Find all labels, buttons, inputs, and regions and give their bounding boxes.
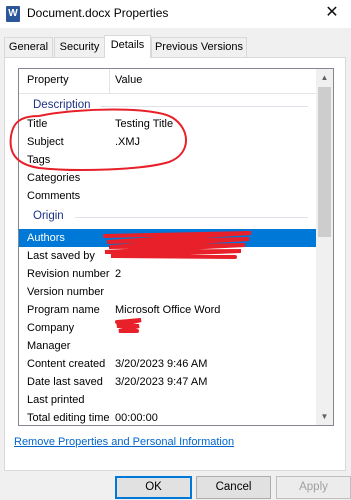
list-item[interactable]: Tags (19, 151, 316, 169)
group-label: Description (33, 99, 91, 111)
list-item[interactable]: Last saved by (19, 247, 316, 265)
list-item[interactable]: Subject .XMJ (19, 133, 316, 151)
list-item[interactable]: Manager (19, 337, 316, 355)
group-description: Description (19, 97, 316, 115)
list-item[interactable]: Comments (19, 187, 316, 205)
list-item[interactable]: Total editing time 00:00:00 (19, 409, 316, 425)
word-document-icon: W (6, 6, 20, 22)
group-origin: Origin (19, 208, 316, 226)
property-value[interactable]: .XMJ (115, 136, 140, 148)
property-value[interactable]: 3/20/2023 9:47 AM (115, 376, 207, 388)
tab-security[interactable]: Security (54, 37, 105, 57)
scroll-down-icon[interactable]: ▼ (316, 408, 333, 425)
property-name: Program name (27, 304, 100, 316)
properties-list[interactable]: Property Value Description Title Testing… (18, 68, 334, 426)
close-icon[interactable]: ✕ (321, 2, 343, 24)
tab-details[interactable]: Details (104, 35, 151, 58)
property-value[interactable]: 3/20/2023 9:46 AM (115, 358, 207, 370)
property-name: Categories (27, 172, 81, 184)
property-name: Total editing time (27, 412, 110, 424)
property-value[interactable]: Microsoft Office Word (115, 304, 220, 316)
property-name: Date last saved (27, 376, 103, 388)
vertical-scrollbar[interactable]: ▲ ▼ (316, 69, 333, 425)
property-name: Comments (27, 190, 81, 202)
property-name: Subject (27, 136, 64, 148)
list-item[interactable]: Version number (19, 283, 316, 301)
property-value[interactable]: 2 (115, 268, 121, 280)
list-item[interactable]: Content created 3/20/2023 9:46 AM (19, 355, 316, 373)
property-name: Authors (27, 232, 65, 244)
title-bar: W Document.docx Properties ✕ (0, 0, 351, 28)
property-name: Manager (27, 340, 71, 352)
list-item[interactable]: Date last saved 3/20/2023 9:47 AM (19, 373, 316, 391)
property-name: Revision number (27, 268, 110, 280)
remove-properties-link[interactable]: Remove Properties and Personal Informati… (14, 436, 234, 448)
window-title: Document.docx Properties (27, 6, 169, 20)
cancel-button[interactable]: Cancel (196, 476, 271, 499)
property-name: Tags (27, 154, 51, 166)
column-divider[interactable] (109, 69, 110, 93)
scroll-up-icon[interactable]: ▲ (316, 69, 333, 86)
list-item[interactable]: Revision number 2 (19, 265, 316, 283)
column-header-property[interactable]: Property (27, 74, 69, 86)
list-item[interactable]: Company (19, 319, 316, 337)
ok-button[interactable]: OK (115, 476, 192, 499)
list-header: Property Value (19, 69, 316, 94)
property-value[interactable]: Testing Title (115, 118, 173, 130)
list-item[interactable]: Categories (19, 169, 316, 187)
property-name: Company (27, 322, 75, 334)
property-name: Content created (27, 358, 106, 370)
property-name: Version number (27, 286, 105, 298)
list-item[interactable]: Title Testing Title (19, 115, 316, 133)
property-name: Title (27, 118, 48, 130)
list-item[interactable]: Last printed (19, 391, 316, 409)
tab-general[interactable]: General (4, 37, 53, 57)
tab-previous-versions[interactable]: Previous Versions (151, 37, 247, 57)
property-name: Last saved by (27, 250, 95, 262)
apply-button[interactable]: Apply (276, 476, 351, 499)
column-header-value[interactable]: Value (115, 74, 142, 86)
list-item[interactable]: Program name Microsoft Office Word (19, 301, 316, 319)
group-divider (101, 106, 308, 107)
group-divider (75, 217, 308, 218)
property-name: Last printed (27, 394, 85, 406)
list-item-selected[interactable]: Authors (19, 229, 316, 247)
details-panel: Property Value Description Title Testing… (4, 57, 346, 471)
scrollbar-thumb[interactable] (318, 87, 331, 237)
property-value[interactable]: 00:00:00 (115, 412, 158, 424)
group-label: Origin (33, 210, 64, 222)
